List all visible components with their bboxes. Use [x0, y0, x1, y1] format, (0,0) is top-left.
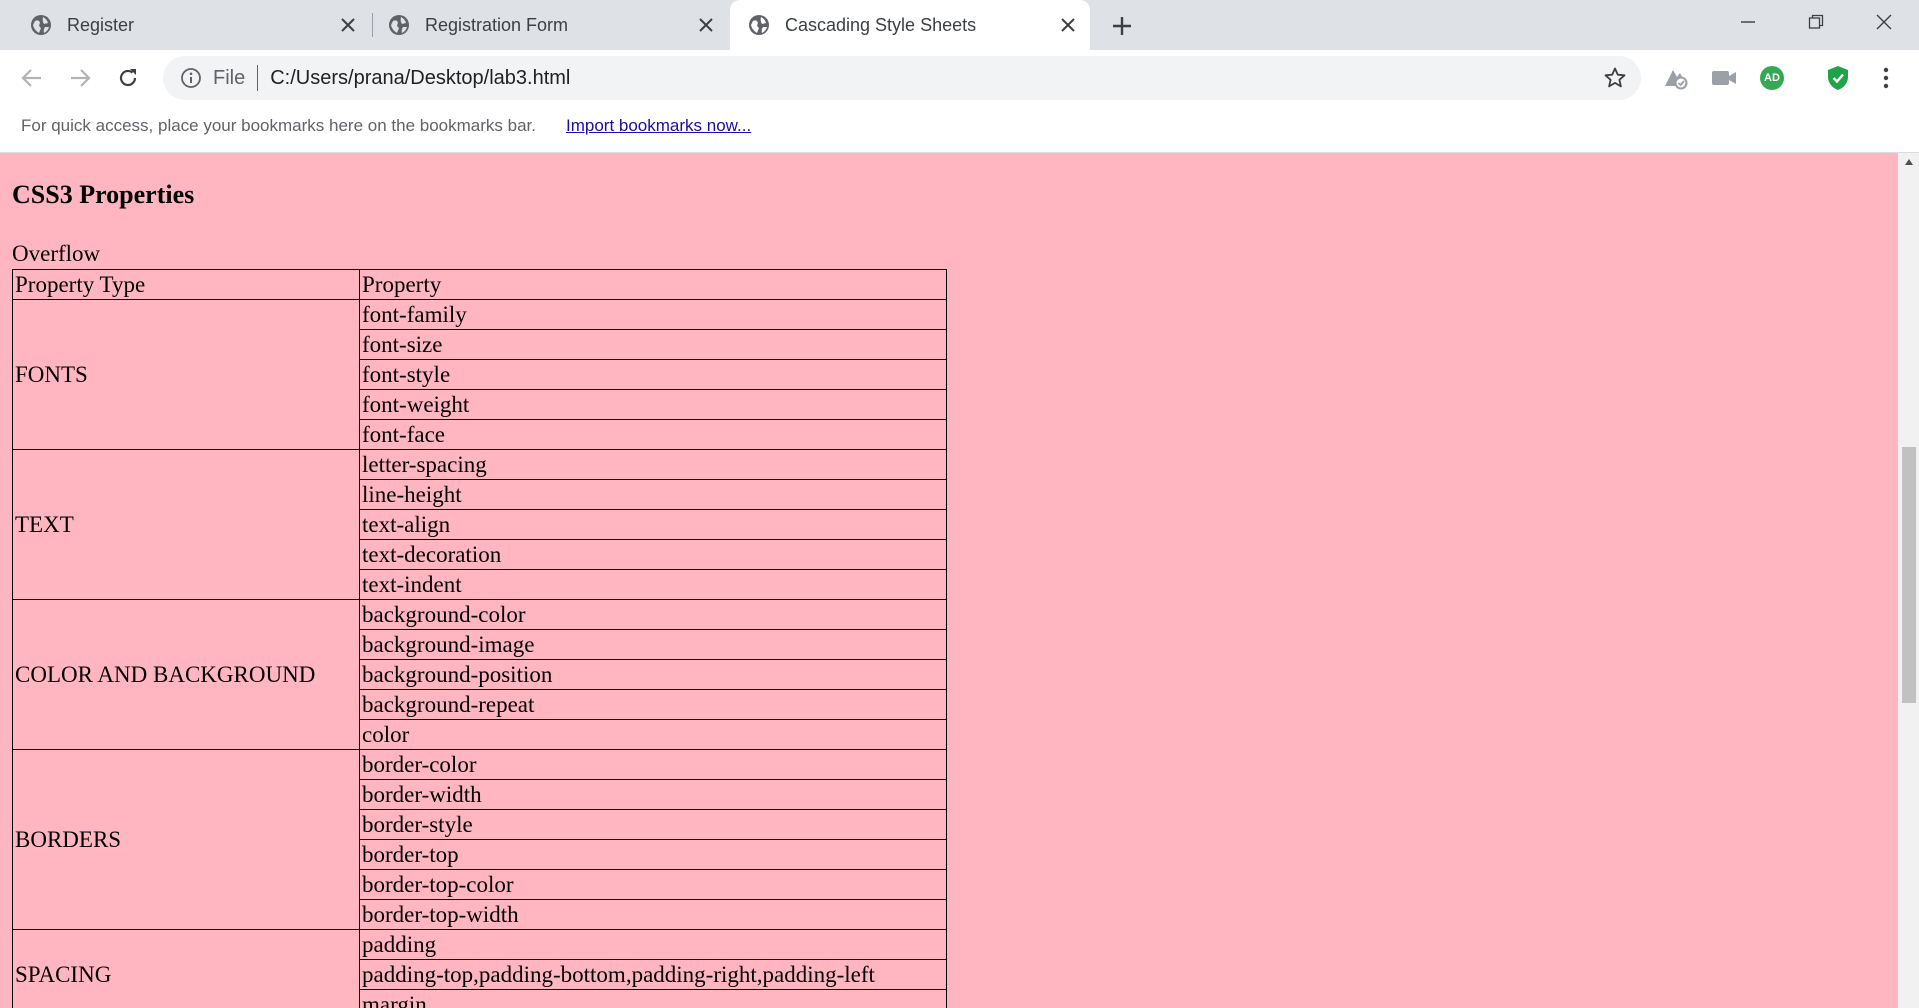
- property-cell: border-top-width: [359, 899, 947, 930]
- css-properties-table: Property Type Property FONTS font-family f…: [12, 269, 947, 1008]
- scrollbar-thumb[interactable]: [1902, 447, 1916, 703]
- back-button[interactable]: [14, 60, 50, 96]
- url-text[interactable]: C:/Users/prana/Desktop/lab3.html: [270, 67, 1597, 90]
- close-icon[interactable]: [334, 11, 362, 39]
- property-cell: background-repeat: [359, 689, 947, 720]
- property-type-cell: TEXT: [12, 449, 360, 600]
- header-cell: Property: [359, 269, 947, 300]
- arrow-right-icon: [71, 69, 91, 87]
- property-cell: background-position: [359, 659, 947, 690]
- import-bookmarks-link[interactable]: Import bookmarks now...: [566, 116, 751, 136]
- tab-title: Cascading Style Sheets: [785, 14, 977, 35]
- property-cell: font-style: [359, 359, 947, 390]
- table-row: BORDERS border-color: [12, 749, 947, 930]
- property-cell: font-face: [359, 419, 947, 450]
- window-close-button[interactable]: [1850, 0, 1918, 44]
- table-row: COLOR AND BACKGROUND background-color: [12, 599, 947, 750]
- minimize-icon: [1741, 21, 1755, 23]
- property-type-cell: BORDERS: [12, 749, 360, 930]
- info-icon[interactable]: [179, 66, 203, 90]
- property-cell: color: [359, 719, 947, 750]
- table-header-row: Property Type Property: [12, 269, 947, 300]
- browser-toolbar: File C:/Users/prana/Desktop/lab3.html AD: [0, 50, 1919, 106]
- property-cell: border-top-color: [359, 869, 947, 900]
- property-cell: background-color: [359, 599, 947, 630]
- bookmarks-bar: For quick access, place your bookmarks h…: [0, 106, 1919, 153]
- table-row: TEXT letter-spacing: [12, 449, 947, 600]
- globe-icon: [748, 14, 770, 36]
- property-cell: text-indent: [359, 569, 947, 600]
- minimize-button[interactable]: [1714, 0, 1782, 44]
- property-cell: padding: [359, 929, 947, 960]
- tab-separator: [372, 13, 373, 37]
- page-heading: CSS3 Properties: [12, 180, 195, 209]
- property-type-cell: FONTS: [12, 299, 360, 450]
- plus-icon: [1113, 17, 1131, 35]
- arrow-left-icon: [21, 69, 41, 87]
- close-icon[interactable]: [1054, 11, 1082, 39]
- bookmark-star-icon[interactable]: [1597, 60, 1633, 96]
- forward-button[interactable]: [62, 60, 98, 96]
- property-cell: border-top: [359, 839, 947, 870]
- property-cell: line-height: [359, 479, 947, 510]
- property-cell: text-align: [359, 509, 947, 540]
- shield-icon[interactable]: [1822, 62, 1854, 94]
- adblock-label: AD: [1764, 72, 1780, 84]
- account-extension-icon[interactable]: [1660, 62, 1692, 94]
- tab-title: Registration Form: [425, 14, 569, 35]
- adblock-extension-icon[interactable]: AD: [1756, 62, 1788, 94]
- property-cell: border-color: [359, 749, 947, 780]
- tab-title: Register: [67, 14, 135, 35]
- menu-kebab-icon[interactable]: [1870, 62, 1902, 94]
- reload-button[interactable]: [110, 60, 146, 96]
- bookmarks-bar-message: For quick access, place your bookmarks h…: [21, 116, 536, 135]
- scroll-up-arrow-icon[interactable]: [1898, 153, 1919, 171]
- tab-cascading-style-sheets[interactable]: Cascading Style Sheets: [730, 0, 1090, 50]
- close-icon[interactable]: [692, 11, 720, 39]
- address-bar[interactable]: File C:/Users/prana/Desktop/lab3.html: [163, 56, 1641, 100]
- globe-icon: [30, 14, 52, 36]
- property-cell: background-image: [359, 629, 947, 660]
- table-row: FONTS font-family: [12, 299, 947, 450]
- close-icon: [1876, 14, 1892, 30]
- table-caption: Overflow: [12, 241, 101, 266]
- property-cell: font-size: [359, 329, 947, 360]
- property-type-cell: COLOR AND BACKGROUND: [12, 599, 360, 750]
- restore-icon: [1808, 14, 1824, 29]
- globe-icon: [388, 14, 410, 36]
- video-camera-icon[interactable]: [1708, 62, 1740, 94]
- header-cell: Property Type: [12, 269, 360, 300]
- property-cell: border-width: [359, 779, 947, 810]
- tab-register[interactable]: Register: [0, 0, 370, 50]
- omnibox-divider: [257, 65, 259, 91]
- url-scheme: File: [213, 66, 246, 89]
- page-content: CSS3 Properties Overflow Property Type P…: [0, 153, 1898, 1008]
- property-cell: font-family: [359, 299, 947, 330]
- property-cell: padding-top,padding-bottom,padding-right…: [359, 959, 947, 990]
- table-row: SPACING padding: [12, 929, 947, 1008]
- vertical-scrollbar[interactable]: [1898, 153, 1919, 1008]
- reload-icon: [119, 69, 137, 87]
- restore-button[interactable]: [1782, 0, 1850, 44]
- tab-registration-form[interactable]: Registration Form: [374, 0, 728, 50]
- property-cell: letter-spacing: [359, 449, 947, 480]
- property-cell: font-weight: [359, 389, 947, 420]
- property-type-cell: SPACING: [12, 929, 360, 1008]
- property-cell: text-decoration: [359, 539, 947, 570]
- property-cell: margin: [359, 989, 947, 1008]
- new-tab-button[interactable]: [1106, 10, 1138, 42]
- property-cell: border-style: [359, 809, 947, 840]
- tab-strip: Register Registration Form Cascading Sty…: [0, 0, 1919, 50]
